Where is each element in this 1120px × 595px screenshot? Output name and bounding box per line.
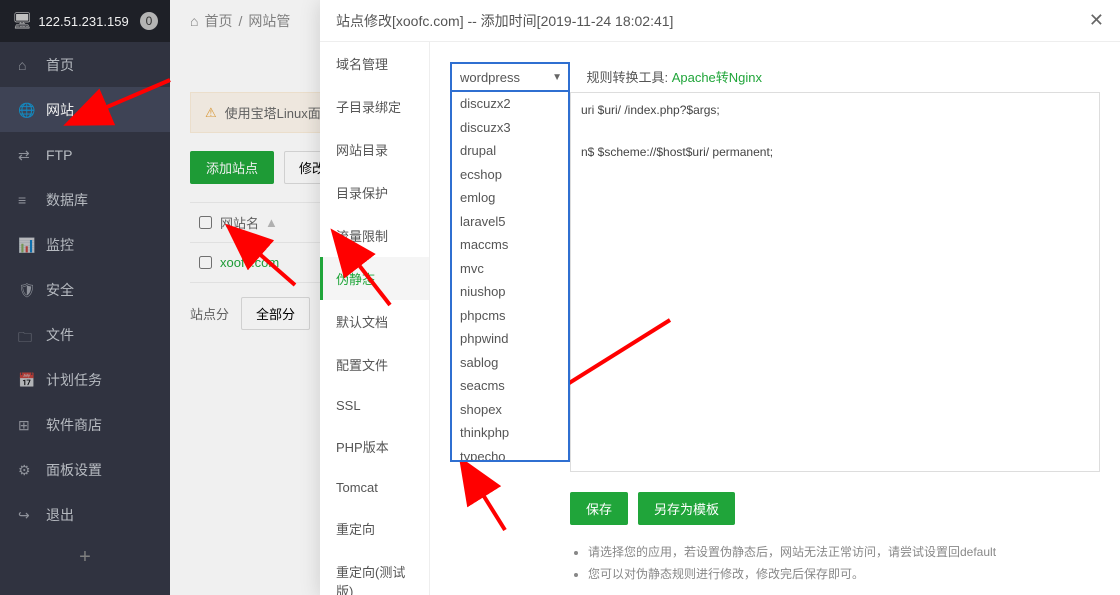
dropdown-option[interactable]: seacms	[452, 374, 568, 398]
modal-sidebar: 域名管理子目录绑定网站目录目录保护流量限制伪静态默认文档配置文件SSLPHP版本…	[320, 42, 430, 595]
dropdown-option[interactable]: emlog	[452, 186, 568, 210]
dropdown-option[interactable]: laravel5	[452, 210, 568, 234]
modal-tab-7[interactable]: 配置文件	[320, 343, 429, 386]
tips-list: 请选择您的应用，若设置伪静态后，网站无法正常访问，请尝试设置回default您可…	[570, 542, 996, 585]
dropdown-option[interactable]: thinkphp	[452, 421, 568, 445]
modal-tab-2[interactable]: 网站目录	[320, 128, 429, 171]
dropdown-option[interactable]: maccms	[452, 233, 568, 257]
modal-main: wordpress discuzx2discuzx3drupalecshopem…	[430, 42, 1120, 595]
modal-title: 站点修改[xoofc.com] -- 添加时间[2019-11-24 18:02…	[336, 11, 673, 31]
rewrite-code-editor[interactable]: uri $uri/ /index.php?$args; n$ $scheme:/…	[570, 92, 1100, 472]
site-edit-modal: 站点修改[xoofc.com] -- 添加时间[2019-11-24 18:02…	[320, 0, 1120, 595]
modal-tab-11[interactable]: 重定向	[320, 507, 429, 550]
rewrite-dropdown: discuzx2discuzx3drupalecshopemloglaravel…	[450, 92, 570, 462]
rule-convert-label: 规则转换工具: Apache转Nginx	[586, 67, 762, 86]
dropdown-option[interactable]: typecho	[452, 445, 568, 463]
modal-tab-6[interactable]: 默认文档	[320, 300, 429, 343]
modal-tab-12[interactable]: 重定向(测试版)	[320, 550, 429, 595]
dropdown-option[interactable]: phpcms	[452, 304, 568, 328]
dropdown-option[interactable]: drupal	[452, 139, 568, 163]
dropdown-option[interactable]: phpwind	[452, 327, 568, 351]
modal-tab-4[interactable]: 流量限制	[320, 214, 429, 257]
modal-tab-3[interactable]: 目录保护	[320, 171, 429, 214]
dropdown-option[interactable]: mvc	[452, 257, 568, 281]
dropdown-option[interactable]: discuzx3	[452, 116, 568, 140]
modal-tab-0[interactable]: 域名管理	[320, 42, 429, 85]
dropdown-option[interactable]: discuzx2	[452, 92, 568, 116]
rewrite-select[interactable]: wordpress	[450, 62, 570, 92]
close-icon[interactable]: ✕	[1089, 10, 1104, 31]
dropdown-option[interactable]: niushop	[452, 280, 568, 304]
tip-item: 您可以对伪静态规则进行修改，修改完后保存即可。	[588, 564, 996, 586]
modal-header: 站点修改[xoofc.com] -- 添加时间[2019-11-24 18:02…	[320, 0, 1120, 42]
dropdown-option[interactable]: shopex	[452, 398, 568, 422]
modal-tab-8[interactable]: SSL	[320, 386, 429, 425]
modal-tab-5[interactable]: 伪静态	[320, 257, 429, 300]
modal-tab-9[interactable]: PHP版本	[320, 425, 429, 468]
rule-convert-link[interactable]: Apache转Nginx	[672, 70, 762, 85]
modal-tab-10[interactable]: Tomcat	[320, 468, 429, 507]
dropdown-option[interactable]: sablog	[452, 351, 568, 375]
modal-tab-1[interactable]: 子目录绑定	[320, 85, 429, 128]
save-as-template-button[interactable]: 另存为模板	[638, 492, 735, 525]
dropdown-option[interactable]: ecshop	[452, 163, 568, 187]
tip-item: 请选择您的应用，若设置伪静态后，网站无法正常访问，请尝试设置回default	[588, 542, 996, 564]
save-button[interactable]: 保存	[570, 492, 628, 525]
select-value: wordpress	[460, 70, 520, 85]
